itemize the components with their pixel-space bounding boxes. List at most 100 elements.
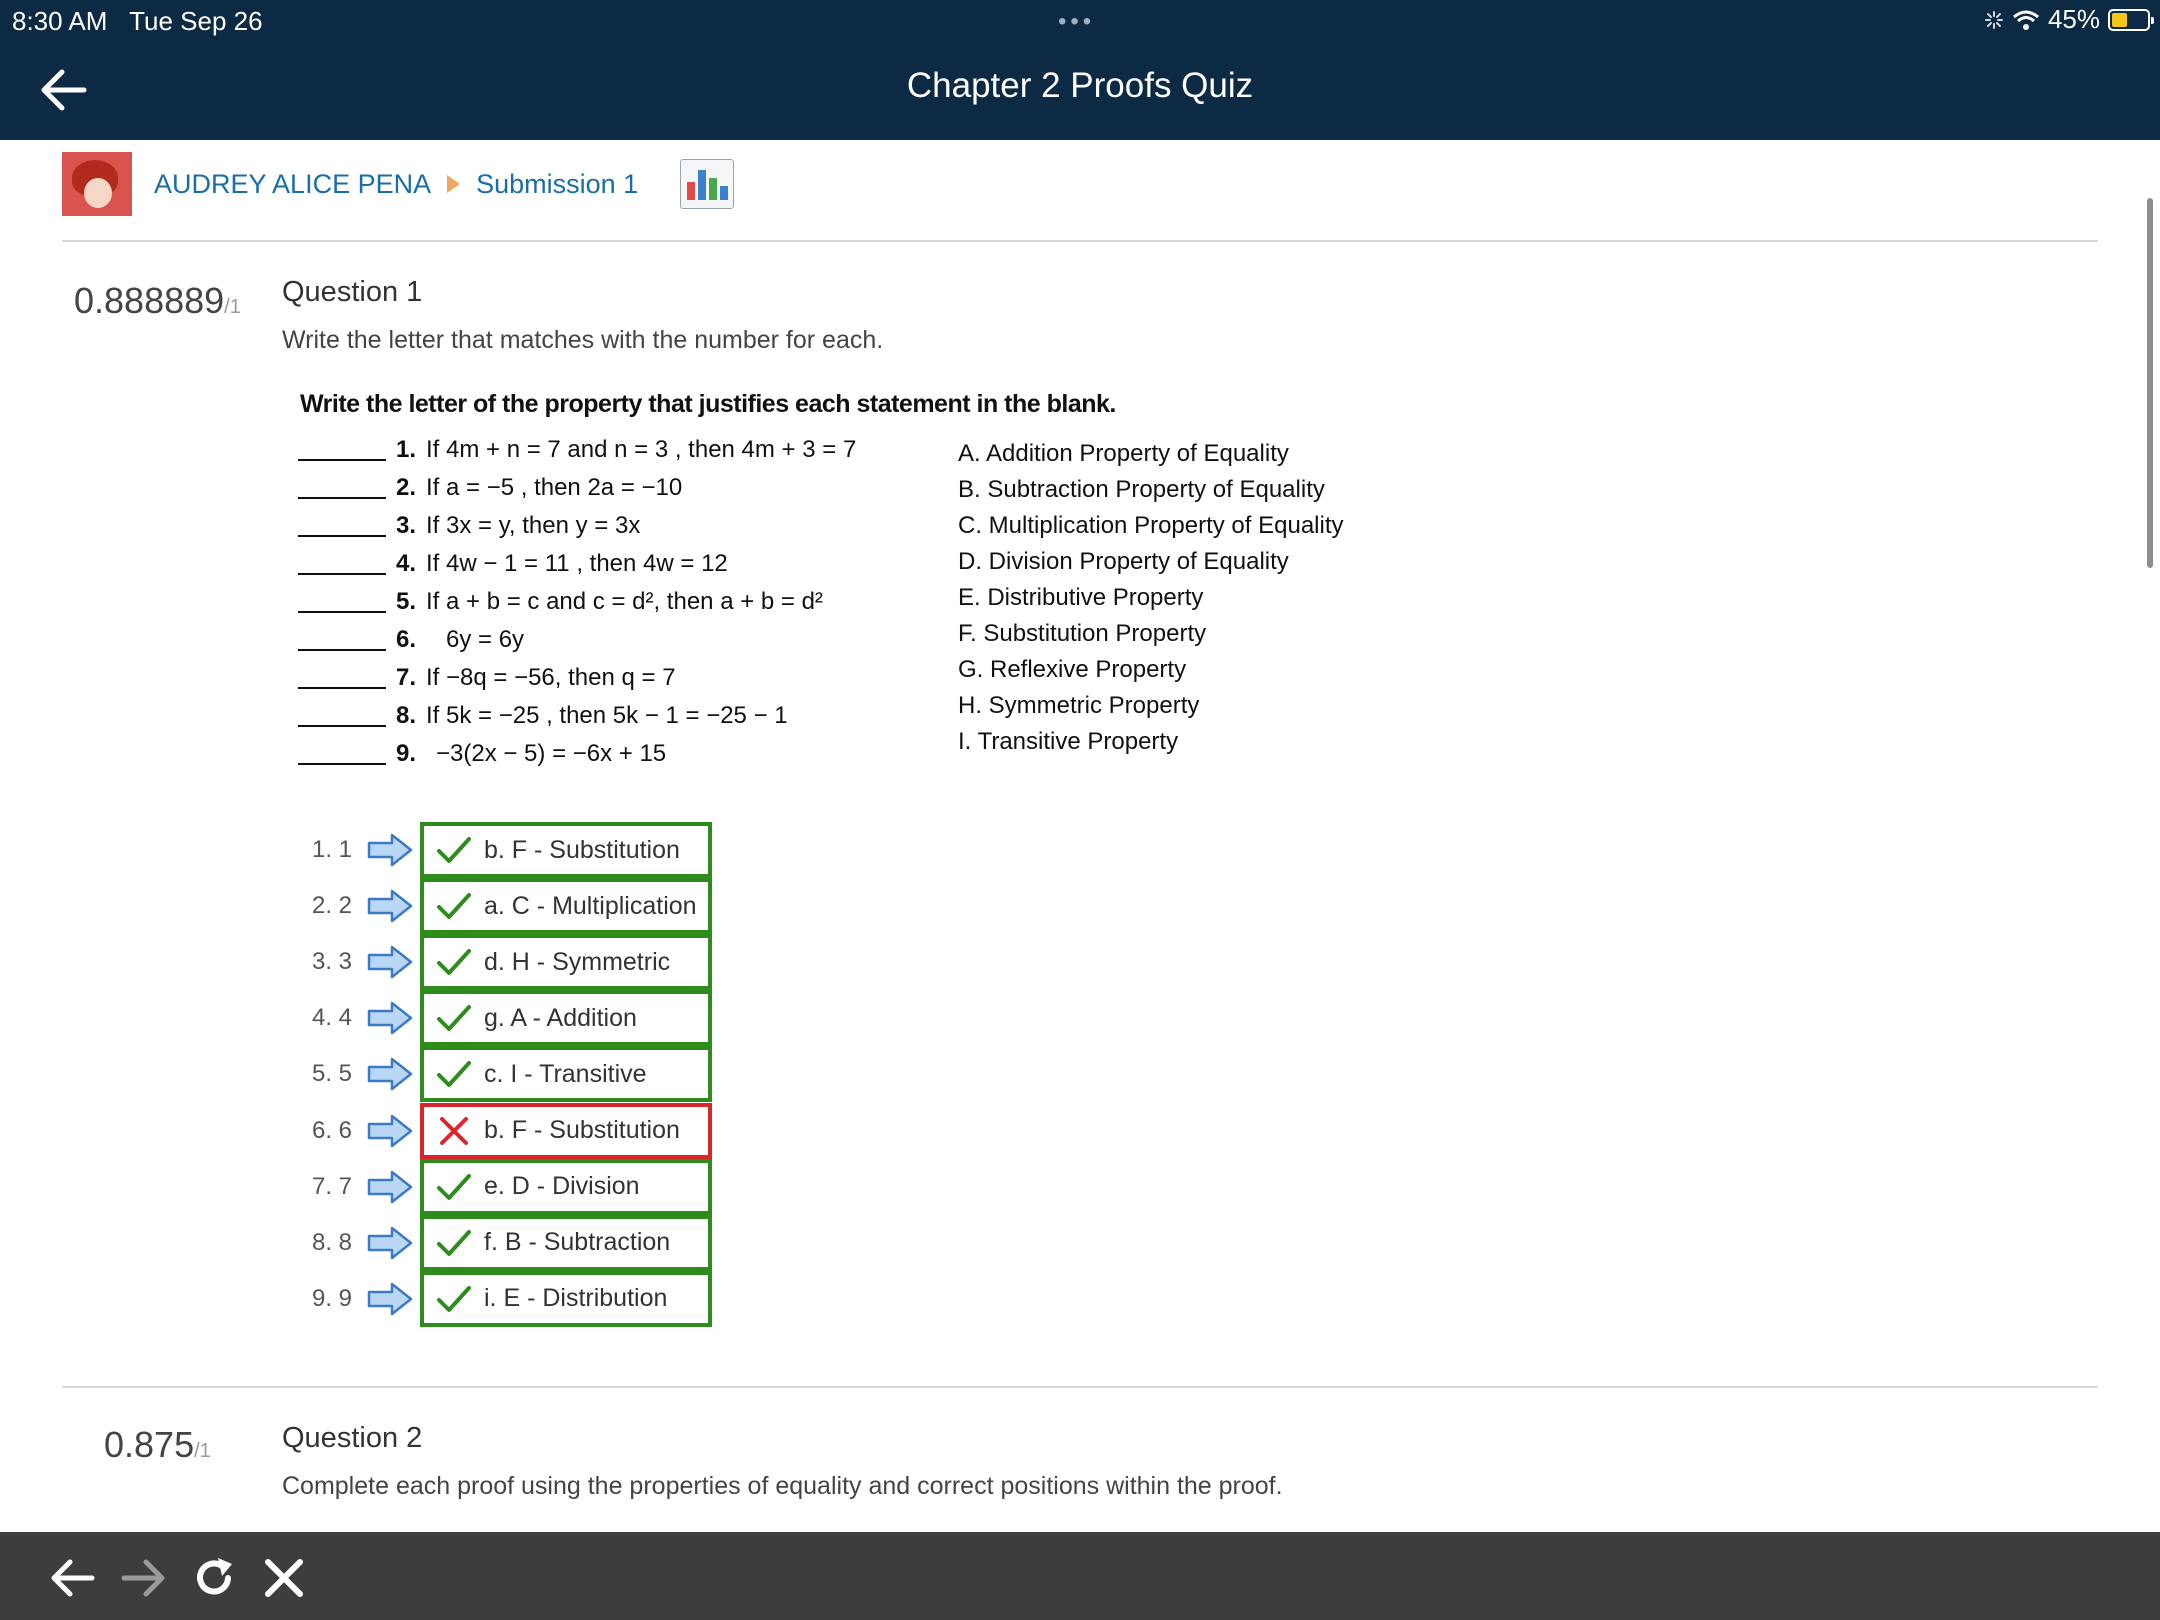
check-icon [437,1005,471,1032]
x-mark-icon [440,1116,468,1145]
scrollbar[interactable] [2147,198,2153,568]
multitasking-dots[interactable]: ••• [1058,8,1095,36]
answer-correct-box: g. A - Addition [420,990,712,1047]
answer-item-number: 1. 1 [312,836,353,863]
answer-value: b. F - Substitution [484,835,680,864]
activity-icon [1984,10,2003,29]
bar-chart-icon [686,182,695,200]
worksheet-property: B. Subtraction Property of Equality [958,476,1325,503]
worksheet-property: F. Substitution Property [958,620,1207,647]
question-1-title: Question 1 [282,276,423,308]
question-2-title: Question 2 [282,1422,423,1454]
battery-percent: 45% [2047,4,2100,34]
answer-correct-box: c. I - Transitive [420,1046,712,1103]
worksheet-statement: 1. If 4m + n = 7 and n = 3 , then 4m + 3… [298,432,856,468]
wifi-icon [2012,10,2039,30]
answer-item-number: 3. 3 [312,948,353,976]
check-icon [437,837,471,863]
clock-date: Tue Sep 26 [129,6,263,36]
worksheet-statement: 6. 6y = 6y [298,622,524,658]
answer-row: 6. 6 b. F - Substitution [300,1102,712,1159]
score-out-of: /1 [194,1440,211,1462]
arrow-right-icon [367,1002,413,1035]
clock-time: 8:30 AM [12,6,108,36]
check-icon [437,1173,471,1200]
arrow-right-icon [367,1226,413,1259]
answer-value: e. D - Division [484,1172,640,1201]
breadcrumb-separator-icon [447,175,461,193]
worksheet-statement: 3. If 3x = y, then y = 3x [298,508,640,544]
answer-value: f. B - Subtraction [484,1228,671,1257]
worksheet-statement: 4. If 4w − 1 = 11 , then 4w = 12 [298,546,728,582]
worksheet-statement: 5. If a + b = c and c = d², then a + b =… [298,584,823,620]
arrow-right-icon [367,1058,413,1091]
answer-correct-box: f. B - Subtraction [420,1214,712,1271]
arrow-right-icon [367,945,413,979]
worksheet-statement: 2. If a = −5 , then 2a = −10 [298,470,682,506]
worksheet-property: A. Addition Property of Equality [958,440,1289,467]
check-icon [437,949,471,976]
breadcrumb-user-link[interactable]: AUDREY ALICE PENA [154,169,431,200]
answer-row: 5. 5 c. I - Transitive [300,1046,712,1103]
score-value: 0.888889 [74,280,225,321]
question-2-prompt: Complete each proof using the properties… [282,1472,1283,1500]
section-divider [62,240,2098,242]
answer-value: g. A - Addition [484,1003,637,1032]
bar-chart-button[interactable] [680,159,735,209]
worksheet-heading: Write the letter of the property that ju… [300,390,1116,418]
answer-value: i. E - Distribution [484,1284,668,1313]
worksheet-statement: 9. −3(2x − 5) = −6x + 15 [298,736,666,772]
browser-toolbar [0,1532,2160,1620]
answer-correct-box: e. D - Division [420,1158,712,1215]
answer-item-number: 7. 7 [312,1172,353,1200]
answer-value: a. C - Multiplication [484,891,697,920]
answer-correct-box: d. H - Symmetric [420,934,712,991]
answer-correct-box: i. E - Distribution [420,1270,712,1327]
answer-row: 3. 3 d. H - Symmetric [300,934,712,991]
answer-row: 9. 9 i. E - Distribution [300,1270,712,1327]
worksheet-property: D. Division Property of Equality [958,548,1289,575]
section-divider [62,1386,2098,1388]
answer-row: 7. 7 e. D - Division [300,1158,712,1215]
score-out-of: /1 [224,296,241,318]
answer-correct-box: a. C - Multiplication [420,878,712,935]
arrow-right-icon [367,1282,413,1316]
breadcrumb-submission-link[interactable]: Submission 1 [476,169,638,200]
check-icon [437,1229,471,1256]
arrow-left-icon[interactable] [46,1552,98,1604]
battery-level [2112,12,2128,27]
close-icon[interactable] [258,1552,310,1604]
top-bar: 8:30 AM Tue Sep 26 ••• 45% Chapter 2 Pro… [0,0,2160,140]
answer-value: b. F - Substitution [484,1116,680,1144]
status-time: 8:30 AM Tue Sep 26 [12,6,263,37]
answer-item-number: 6. 6 [312,1116,353,1144]
answer-row: 1. 1 b. F - Substitution [300,822,712,878]
answer-correct-box: b. F - Substitution [420,822,712,878]
reload-icon[interactable] [188,1552,240,1604]
check-icon [437,1061,471,1088]
question-1-score: 0.888889/1 [74,280,241,322]
answer-item-number: 4. 4 [312,1004,353,1032]
avatar[interactable] [62,152,132,216]
answer-item-number: 9. 9 [312,1284,353,1312]
answer-value: d. H - Symmetric [484,947,671,976]
answer-incorrect-box: b. F - Substitution [420,1102,712,1159]
arrow-right-icon [367,1170,413,1203]
worksheet-property: C. Multiplication Property of Equality [958,512,1344,539]
arrow-right-icon [367,889,413,923]
breadcrumb: AUDREY ALICE PENA Submission 1 [62,152,735,216]
worksheet-property: G. Reflexive Property [958,656,1187,683]
question-1-prompt: Write the letter that matches with the n… [282,326,884,354]
arrow-right-icon[interactable] [118,1552,170,1604]
answer-row: 2. 2 a. C - Multiplication [300,878,712,935]
page-title: Chapter 2 Proofs Quiz [906,66,1254,105]
worksheet-statement: 8. If 5k = −25 , then 5k − 1 = −25 − 1 [298,698,788,734]
check-icon [437,1285,471,1312]
status-indicators: 45% [1984,4,2154,35]
battery-icon [2108,8,2154,31]
worksheet-property: E. Distributive Property [958,584,1204,611]
worksheet-property: H. Symmetric Property [958,692,1200,719]
arrow-right-icon [367,833,413,867]
answer-item-number: 8. 8 [312,1228,353,1256]
worksheet-property: I. Transitive Property [958,728,1179,755]
